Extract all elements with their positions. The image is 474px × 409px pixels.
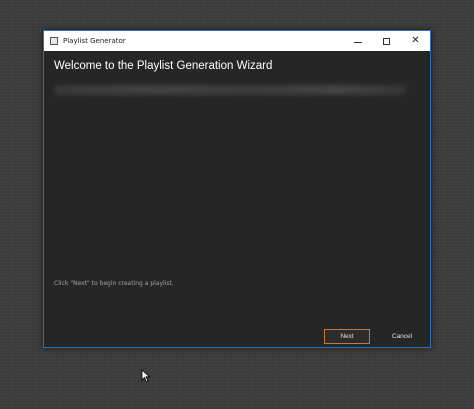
cancel-button[interactable]: Cancel — [380, 329, 424, 344]
window-title: Playlist Generator — [63, 37, 126, 45]
title-bar[interactable]: Playlist Generator ✕ — [44, 31, 430, 51]
mouse-cursor-icon — [141, 369, 151, 383]
close-icon: ✕ — [411, 35, 420, 46]
maximize-button[interactable] — [372, 31, 401, 51]
wizard-window: Playlist Generator ✕ Welcome to the Play… — [43, 30, 431, 348]
minimize-button[interactable] — [343, 31, 372, 51]
wizard-hint: Click "Next" to begin creating a playlis… — [54, 280, 174, 287]
window-controls: ✕ — [343, 31, 430, 51]
maximize-icon — [383, 37, 390, 45]
app-icon — [50, 37, 58, 45]
close-button[interactable]: ✕ — [401, 31, 430, 51]
next-button[interactable]: Next — [324, 329, 370, 344]
minimize-icon — [353, 41, 362, 43]
wizard-heading: Welcome to the Playlist Generation Wizar… — [54, 60, 273, 72]
blurred-description — [54, 85, 406, 95]
